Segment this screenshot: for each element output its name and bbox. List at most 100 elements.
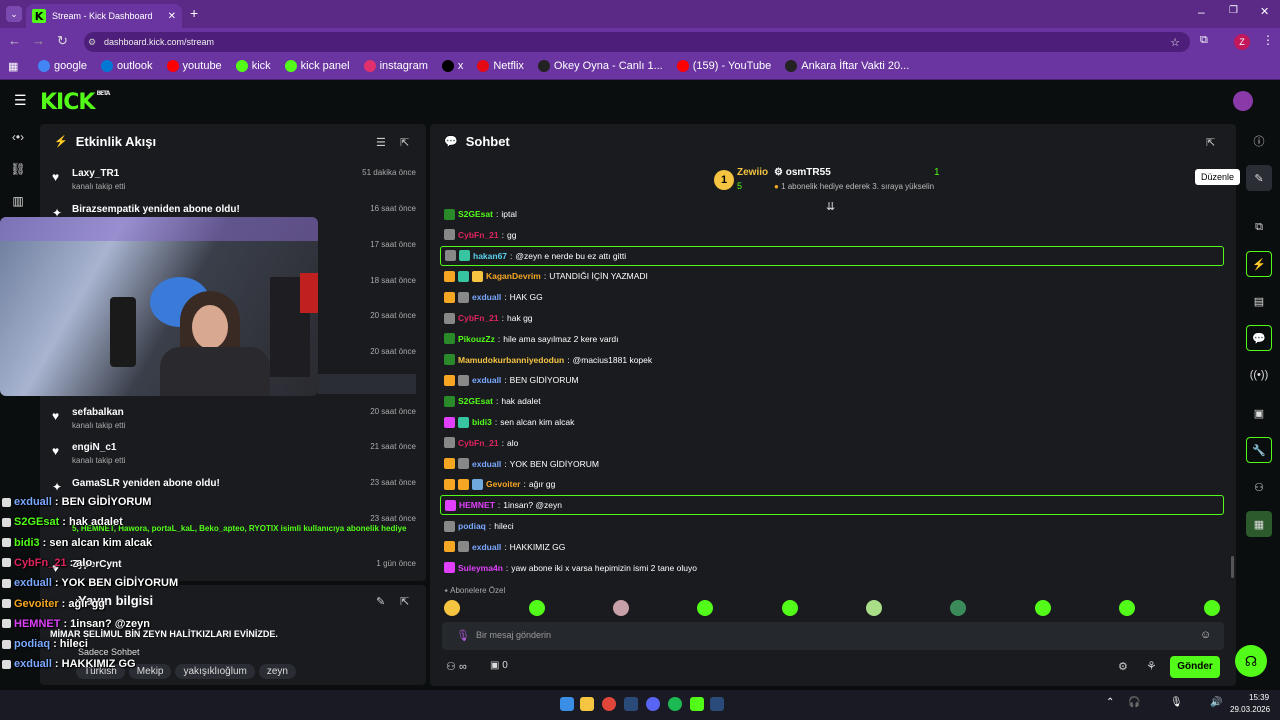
emote-6[interactable] [866, 600, 882, 616]
help-support-icon[interactable]: ☊ [1235, 645, 1267, 677]
popout-icon[interactable]: ⇱ [400, 136, 409, 149]
mod-tools-icon[interactable]: ⚘ [1146, 659, 1157, 673]
chat-settings-icon[interactable]: ⚙ [1118, 660, 1128, 673]
chat-username[interactable]: bidi3 [472, 417, 492, 427]
bookmark-item[interactable]: Ankara İftar Vakti 20... [785, 60, 909, 72]
explorer-icon[interactable] [580, 697, 594, 711]
bookmark-item[interactable]: kick panel [284, 60, 350, 72]
profile-avatar[interactable]: Z [1234, 34, 1250, 50]
chat-scrollbar[interactable] [1231, 556, 1234, 578]
chat-username[interactable]: CybFn_21 [458, 230, 499, 240]
broadcast-toggle-icon[interactable]: ((•)) [1246, 362, 1272, 388]
edit-pencil-icon[interactable]: ✎ [376, 595, 385, 608]
bookmark-item[interactable]: instagram [363, 60, 428, 72]
leader-name[interactable]: Zewiio [737, 167, 768, 178]
bookmark-item[interactable]: google [38, 60, 87, 72]
volume-icon[interactable]: 🔊 [1210, 697, 1222, 708]
extensions-icon[interactable]: ⧉ [1200, 34, 1208, 47]
broadcast-icon[interactable]: ‹•› [9, 128, 27, 146]
emote-5[interactable] [782, 600, 798, 616]
tag-pill[interactable]: zeyn [258, 664, 296, 679]
chat-username[interactable]: Suleyma4n [458, 563, 503, 573]
spotify-icon[interactable] [668, 697, 682, 711]
headset-icon[interactable]: 🎧 [1128, 697, 1140, 708]
minimize-icon[interactable]: – [1198, 5, 1205, 19]
bookmark-star-icon[interactable]: ☆ [1170, 36, 1180, 49]
document-icon[interactable]: ▤ [1246, 288, 1272, 314]
emote-8[interactable] [1035, 600, 1051, 616]
layout-icon[interactable]: ▣ [1246, 400, 1272, 426]
back-icon[interactable]: ← [8, 33, 21, 48]
emote-4[interactable] [697, 600, 713, 616]
filter-icon[interactable]: ☰ [376, 136, 386, 149]
bookmark-item[interactable]: youtube [166, 60, 222, 72]
kick-logo[interactable]: KICK BETA [40, 90, 110, 115]
apps-grid-icon[interactable]: ▦ [8, 60, 18, 73]
tab-search-icon[interactable]: ⌄ [6, 6, 22, 22]
emote-3[interactable] [613, 600, 629, 616]
chrome-icon[interactable] [602, 697, 616, 711]
community-icon[interactable]: ⚇ [1246, 474, 1272, 500]
chat-username[interactable]: CybFn_21 [458, 313, 499, 323]
chat-popout-icon[interactable]: ⇱ [1206, 136, 1215, 149]
forward-icon[interactable]: → [32, 33, 45, 48]
bookmark-item[interactable]: Okey Oyna - Canlı 1... [537, 60, 663, 72]
emoji-icon[interactable]: ☺ [1200, 629, 1211, 641]
chat-username[interactable]: Gevoiter [486, 479, 521, 489]
new-tab-icon[interactable]: + [190, 5, 198, 21]
app-icon[interactable]: ▦ [1246, 511, 1272, 537]
bookmark-item[interactable]: outlook [101, 60, 153, 72]
emote-2[interactable] [529, 600, 545, 616]
edit-icon[interactable]: ✎ [1246, 165, 1272, 191]
chat-username[interactable]: exduall [472, 542, 501, 552]
link-icon[interactable]: ⛓ [9, 160, 27, 178]
chat-username[interactable]: KaganDevrim [486, 271, 541, 281]
emote-9[interactable] [1119, 600, 1135, 616]
tray-chevron-icon[interactable]: ⌃ [1106, 697, 1114, 708]
send-button[interactable]: Gönder [1170, 656, 1220, 678]
chat-username[interactable]: hakan67 [473, 251, 507, 261]
emote-7[interactable] [950, 600, 966, 616]
tab-stream[interactable]: K Stream - Kick Dashboard ✕ [26, 4, 182, 28]
bookmark-item[interactable]: x [441, 60, 463, 72]
close-window-icon[interactable]: ✕ [1260, 5, 1269, 18]
bookmark-item[interactable]: Netflix [477, 60, 524, 72]
url-field[interactable]: ⚙ dashboard.kick.com/stream ☆ [84, 32, 1190, 52]
browser-menu-icon[interactable]: ⋮ [1262, 33, 1274, 47]
chat-username[interactable]: exduall [472, 292, 501, 302]
crop-icon[interactable]: ⧉ [1246, 214, 1272, 240]
maximize-icon[interactable]: ❐ [1229, 5, 1238, 16]
discord-icon[interactable] [646, 697, 660, 711]
chat-input[interactable]: 🎙 Bir mesaj gönderin ☺ [442, 622, 1224, 650]
user-avatar[interactable] [1233, 91, 1253, 111]
info-icon[interactable]: ⓘ [1246, 128, 1272, 154]
chat-username[interactable]: podiaq [458, 521, 486, 531]
reload-icon[interactable]: ↻ [57, 33, 68, 49]
bookmark-item[interactable]: kick [235, 60, 271, 72]
tag-pill[interactable]: yakışıklıoğlum [175, 664, 255, 679]
chat-toggle-icon[interactable]: 💬 [1246, 325, 1272, 351]
mic-tray-icon[interactable]: 🎙 [1170, 697, 1183, 708]
microphone-icon[interactable]: 🎙 [456, 629, 470, 642]
chat-username[interactable]: S2GEsat [458, 396, 493, 406]
analytics-icon[interactable]: ▥ [9, 192, 27, 210]
chat-username[interactable]: exduall [472, 375, 501, 385]
kick-app-icon[interactable] [690, 697, 704, 711]
site-info-icon[interactable]: ⚙ [88, 37, 96, 48]
chat-username[interactable]: HEMNET [459, 500, 495, 510]
chat-username[interactable]: CybFn_21 [458, 438, 499, 448]
slow-mode[interactable]: ⚇ ∞ [446, 660, 467, 673]
popout-icon[interactable]: ⇱ [400, 595, 409, 608]
chat-username[interactable]: Mamudokurbanniyedodun [458, 355, 564, 365]
emote-1[interactable] [444, 600, 460, 616]
steam-icon[interactable] [624, 697, 638, 711]
app2-icon[interactable] [710, 697, 724, 711]
windows-start-icon[interactable] [560, 697, 574, 711]
chat-username[interactable]: PikouzZz [458, 334, 495, 344]
second-leader[interactable]: ⚙ osmTR55 [774, 167, 831, 178]
close-tab-icon[interactable]: ✕ [168, 11, 176, 22]
activity-toggle-icon[interactable]: ⚡ [1246, 251, 1272, 277]
bookmark-item[interactable]: (159) - YouTube [676, 60, 771, 72]
emote-10[interactable] [1204, 600, 1220, 616]
chat-username[interactable]: S2GEsat [458, 209, 493, 219]
